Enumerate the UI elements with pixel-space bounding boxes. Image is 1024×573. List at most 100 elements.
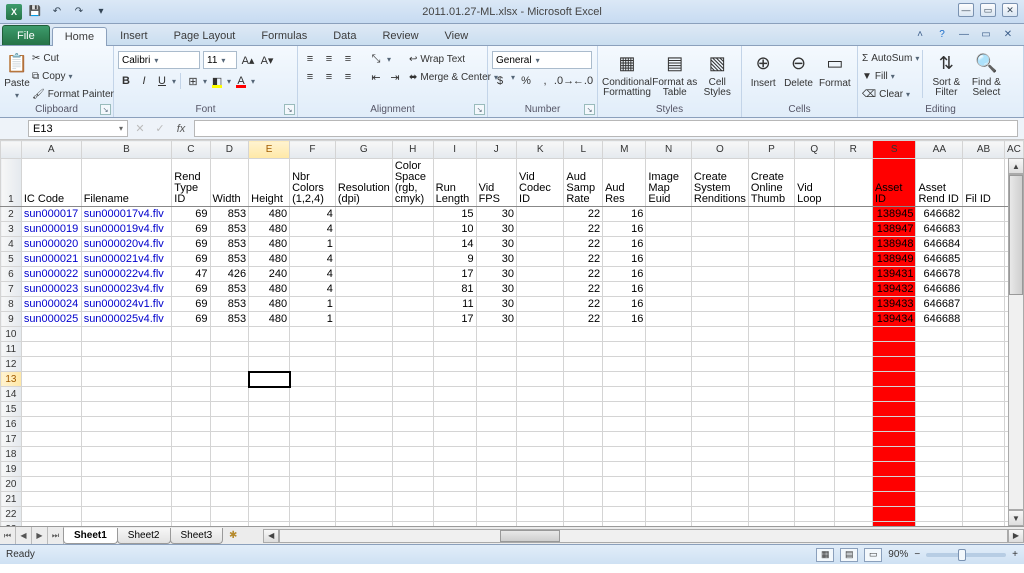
cell[interactable]: 30 [476,282,516,297]
cell[interactable] [834,267,872,282]
cell[interactable] [646,327,692,342]
cell[interactable] [392,417,433,432]
fill-button[interactable]: ▼Fill▾ [862,68,919,84]
header-cell[interactable]: Filename [81,159,172,207]
cell[interactable] [748,402,794,417]
cell[interactable] [81,447,172,462]
cell[interactable] [564,492,603,507]
cell[interactable] [335,342,392,357]
cell[interactable] [834,207,872,222]
cell[interactable] [335,462,392,477]
cell[interactable] [249,387,290,402]
cell[interactable]: 69 [172,297,210,312]
next-sheet-button[interactable]: ▶ [32,527,48,544]
cell[interactable] [210,522,249,527]
row-header[interactable]: 7 [1,282,22,297]
cell[interactable]: 646684 [916,237,963,252]
cell[interactable] [335,417,392,432]
cell[interactable] [249,432,290,447]
cell[interactable] [872,417,916,432]
cell[interactable] [963,492,1005,507]
header-cell[interactable]: Asset ID [872,159,916,207]
cell[interactable] [646,372,692,387]
cell[interactable] [691,237,748,252]
cell[interactable] [916,327,963,342]
cell[interactable] [646,312,692,327]
cell[interactable] [517,387,564,402]
cell[interactable] [249,522,290,527]
cell[interactable] [81,507,172,522]
header-cell[interactable]: Create System Renditions [691,159,748,207]
cell[interactable] [963,417,1005,432]
cell[interactable] [834,522,872,527]
cell[interactable] [646,462,692,477]
cell[interactable] [517,342,564,357]
tab-data[interactable]: Data [320,26,369,45]
cell[interactable] [392,207,433,222]
cell[interactable]: sun000024v1.flv [81,297,172,312]
header-cell[interactable]: Aud Samp Rate [564,159,603,207]
increase-indent-button[interactable]: ⇥ [387,69,403,85]
cell[interactable] [748,252,794,267]
column-header[interactable]: K [517,141,564,159]
cell[interactable] [517,252,564,267]
font-color-button[interactable]: A [233,73,249,89]
cell[interactable] [872,387,916,402]
cell[interactable] [290,432,336,447]
cell[interactable] [392,447,433,462]
cell[interactable]: 17 [433,312,476,327]
comma-button[interactable]: , [537,73,553,89]
cell[interactable] [290,507,336,522]
cell[interactable]: 646685 [916,252,963,267]
cell[interactable] [834,507,872,522]
font-size-combo[interactable]: 11▾ [203,51,237,69]
cell[interactable] [249,507,290,522]
cell[interactable] [603,372,646,387]
cell[interactable] [433,447,476,462]
column-header[interactable]: M [603,141,646,159]
cell[interactable] [963,387,1005,402]
cell[interactable] [872,357,916,372]
cell[interactable] [916,507,963,522]
cell[interactable] [433,402,476,417]
file-tab[interactable]: File [2,25,50,45]
cell[interactable]: 17 [433,267,476,282]
column-header[interactable]: Q [795,141,834,159]
cell[interactable]: 22 [564,297,603,312]
cell[interactable] [834,387,872,402]
cell[interactable] [963,207,1005,222]
cell[interactable] [172,507,210,522]
cell[interactable] [834,252,872,267]
cell[interactable] [564,417,603,432]
cell[interactable] [963,507,1005,522]
column-header[interactable]: AC [1004,141,1023,159]
increase-decimal-button[interactable]: .0→ [556,73,572,89]
cell[interactable] [691,342,748,357]
cell[interactable]: 853 [210,297,249,312]
cell[interactable]: 47 [172,267,210,282]
align-left-button[interactable]: ≡ [302,69,318,85]
cell[interactable] [392,462,433,477]
cell[interactable] [691,447,748,462]
cell[interactable] [335,267,392,282]
cell[interactable] [564,522,603,527]
cell[interactable] [834,372,872,387]
cell[interactable] [795,417,834,432]
cell[interactable] [172,522,210,527]
cell[interactable] [81,357,172,372]
cell[interactable] [81,477,172,492]
cell[interactable]: 22 [564,222,603,237]
cell[interactable] [172,432,210,447]
cell[interactable] [795,207,834,222]
cell[interactable] [748,522,794,527]
first-sheet-button[interactable]: ⏮ [0,527,16,544]
cell[interactable] [646,207,692,222]
cell[interactable] [646,522,692,527]
cell[interactable] [834,222,872,237]
cell[interactable]: 30 [476,207,516,222]
cell[interactable] [963,447,1005,462]
cell[interactable] [517,207,564,222]
cell[interactable] [691,432,748,447]
cell[interactable] [748,312,794,327]
cell[interactable] [210,432,249,447]
